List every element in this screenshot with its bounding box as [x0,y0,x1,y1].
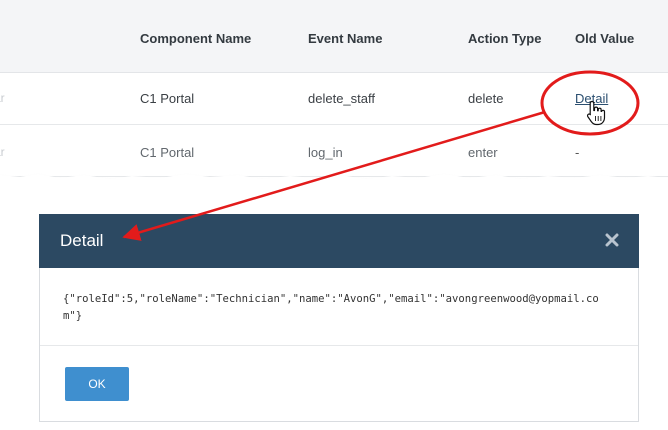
table-header-row: Component Name Event Name Action Type Ol… [0,0,668,73]
detail-json-content: {"roleId":5,"roleName":"Technician","nam… [63,293,599,322]
action-type-cell: delete [468,91,504,106]
torn-edge [0,174,668,184]
table-row: ar C1 Portal delete_staff delete Detail [0,73,668,125]
header-event-name: Event Name [308,31,383,46]
header-old-value: Old Value [575,31,635,46]
ok-button[interactable]: OK [65,367,129,401]
event-name-cell: delete_staff [308,91,375,106]
component-name-cell: C1 Portal [140,145,195,160]
dialog-title: Detail [60,231,104,250]
header-component-name: Component Name [140,31,252,46]
component-name-cell: C1 Portal [140,91,195,106]
audit-log-table: Component Name Event Name Action Type Ol… [0,0,668,184]
old-value-empty-cell: - [575,145,580,160]
hand-pointer-icon [586,100,606,126]
table-row: ar C1 Portal log_in enter - [0,125,668,177]
dialog-body: {"roleId":5,"roleName":"Technician","nam… [40,269,638,346]
dialog-header: Detail [39,214,639,268]
truncated-cell-fragment: ar [0,145,5,159]
header-action-type: Action Type [468,31,542,46]
detail-dialog: Detail {"roleId":5,"roleName":"Technicia… [39,214,639,422]
close-icon[interactable] [605,233,619,247]
event-name-cell: log_in [308,145,343,160]
truncated-cell-fragment: ar [0,91,5,105]
action-type-cell: enter [468,145,498,160]
